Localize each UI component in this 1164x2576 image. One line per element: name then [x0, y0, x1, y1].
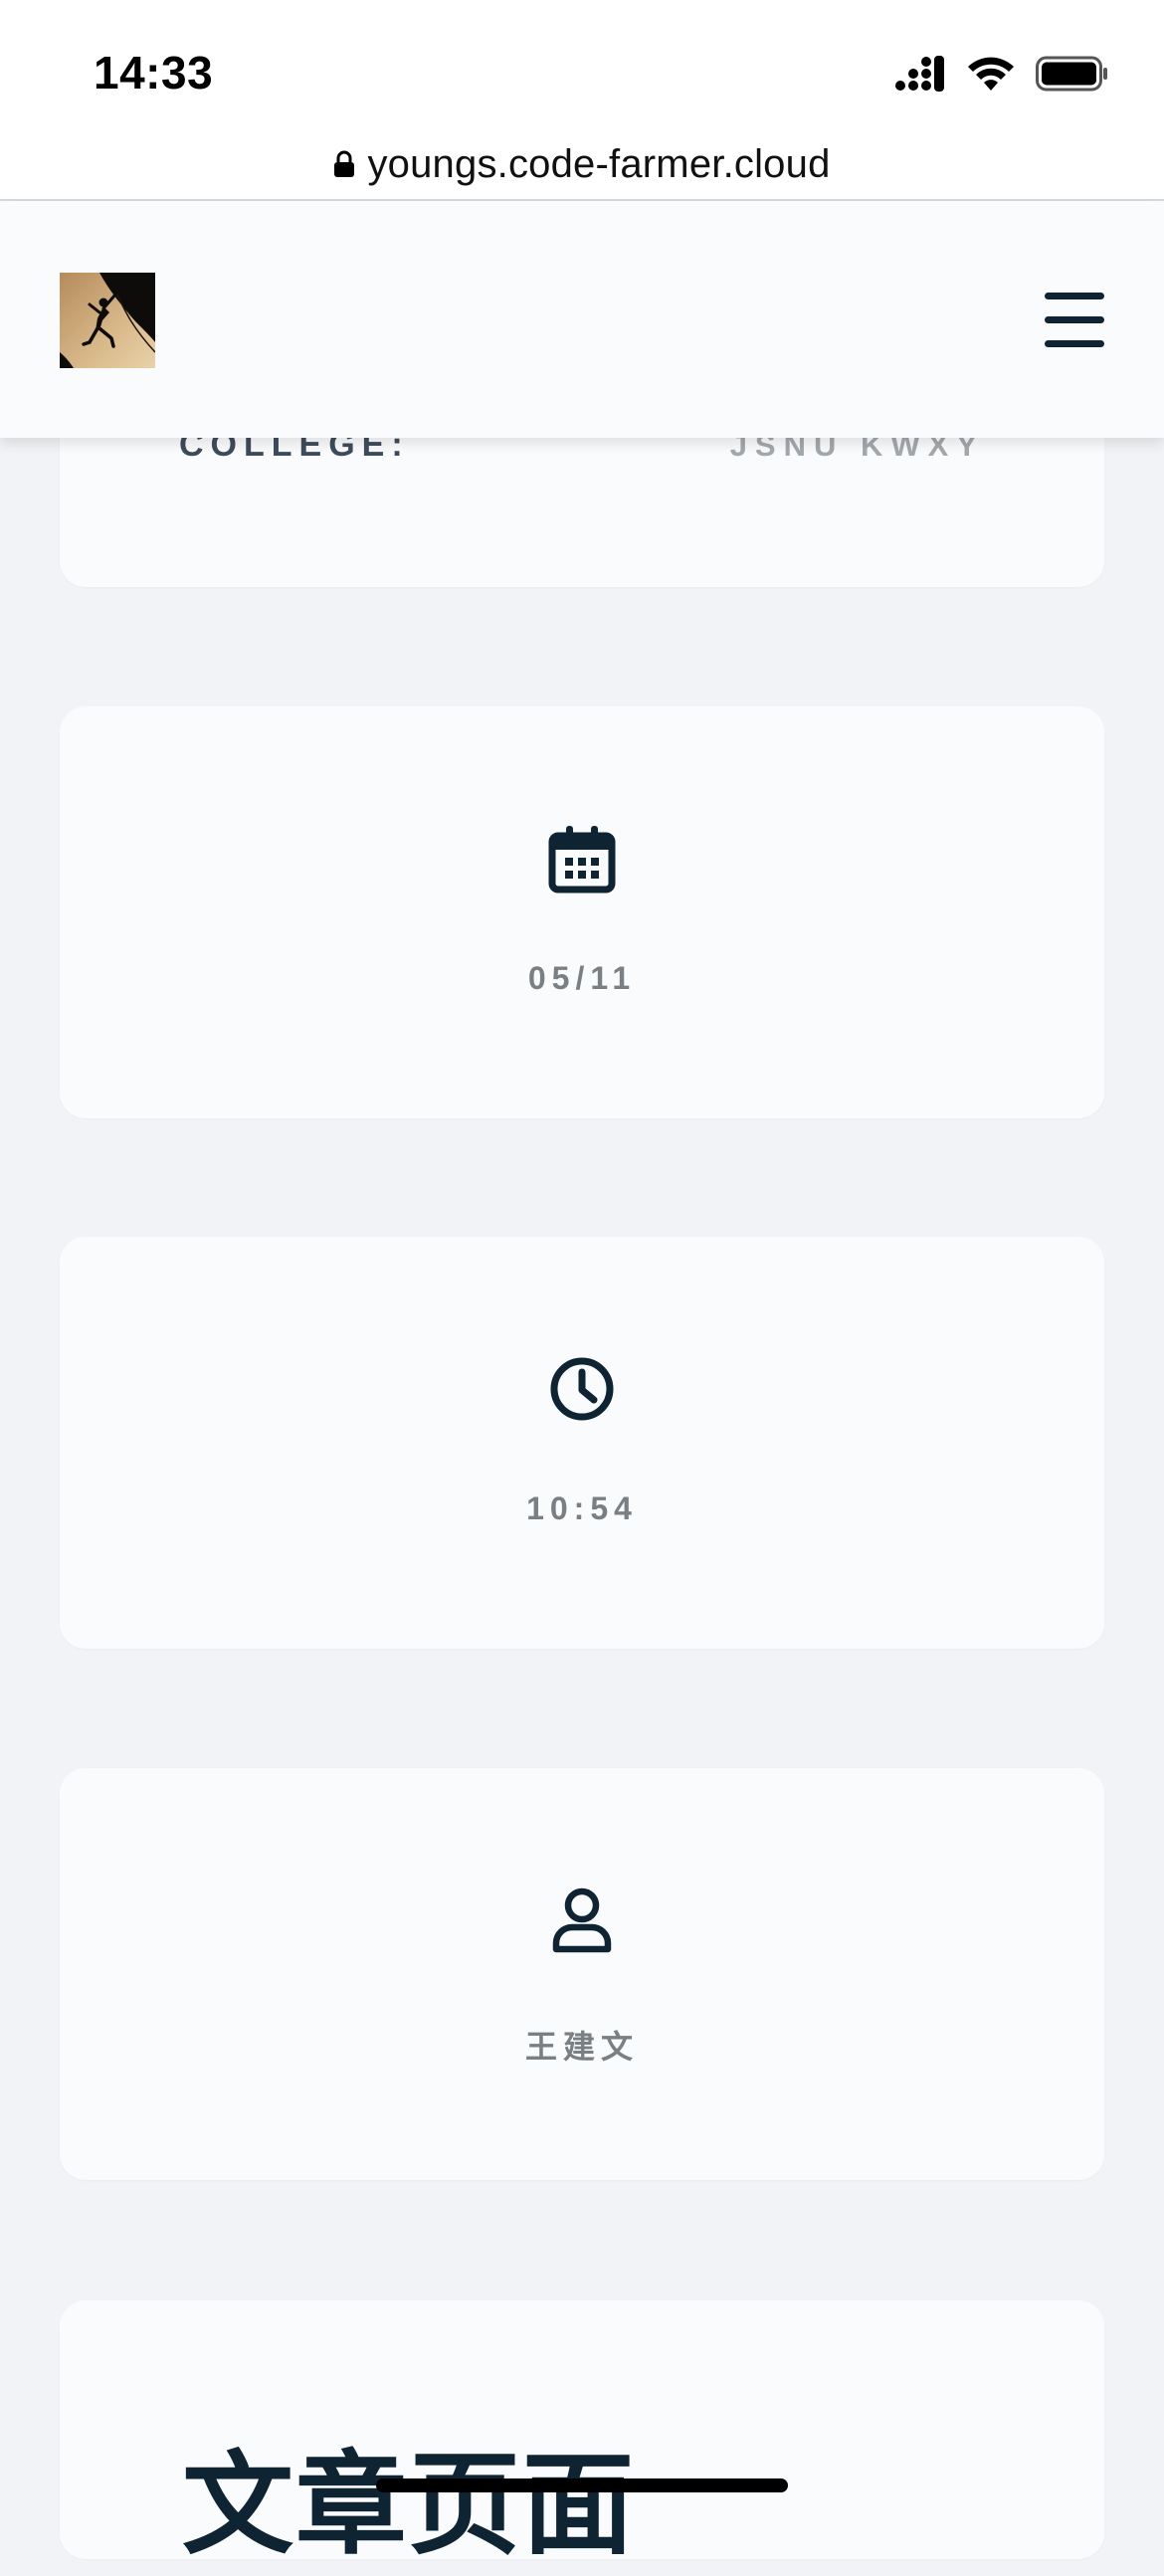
- climber-silhouette-icon: [60, 273, 155, 368]
- site-logo[interactable]: [60, 273, 155, 368]
- address-bar[interactable]: youngs.code-farmer.cloud: [0, 129, 1164, 201]
- site-header: [0, 201, 1164, 438]
- status-time: 14:33: [94, 47, 214, 99]
- user-icon: [552, 1887, 612, 1953]
- hamburger-menu-icon: [1045, 293, 1104, 299]
- article-title: 文章页面: [182, 2443, 636, 2567]
- date-card: 05/11: [60, 706, 1104, 1118]
- time-card: 10:54: [60, 1237, 1104, 1649]
- status-bar: 14:33: [0, 0, 1164, 139]
- lock-icon: [334, 150, 355, 177]
- clock-icon: [550, 1357, 614, 1421]
- wifi-icon: [968, 57, 1014, 91]
- article-card: 文章页面: [60, 2300, 1104, 2567]
- battery-icon: [1036, 56, 1107, 92]
- date-value: 05/11: [527, 960, 637, 996]
- url-text: youngs.code-farmer.cloud: [367, 141, 831, 186]
- time-value: 10:54: [526, 1490, 638, 1526]
- calendar-icon: [548, 826, 616, 893]
- status-icons: [894, 54, 1109, 94]
- author-card: 王建文: [60, 1768, 1104, 2180]
- menu-button[interactable]: [1045, 293, 1108, 348]
- home-indicator[interactable]: [376, 2478, 788, 2492]
- cellular-signal-icon: [895, 56, 944, 92]
- author-value: 王建文: [524, 2029, 639, 2065]
